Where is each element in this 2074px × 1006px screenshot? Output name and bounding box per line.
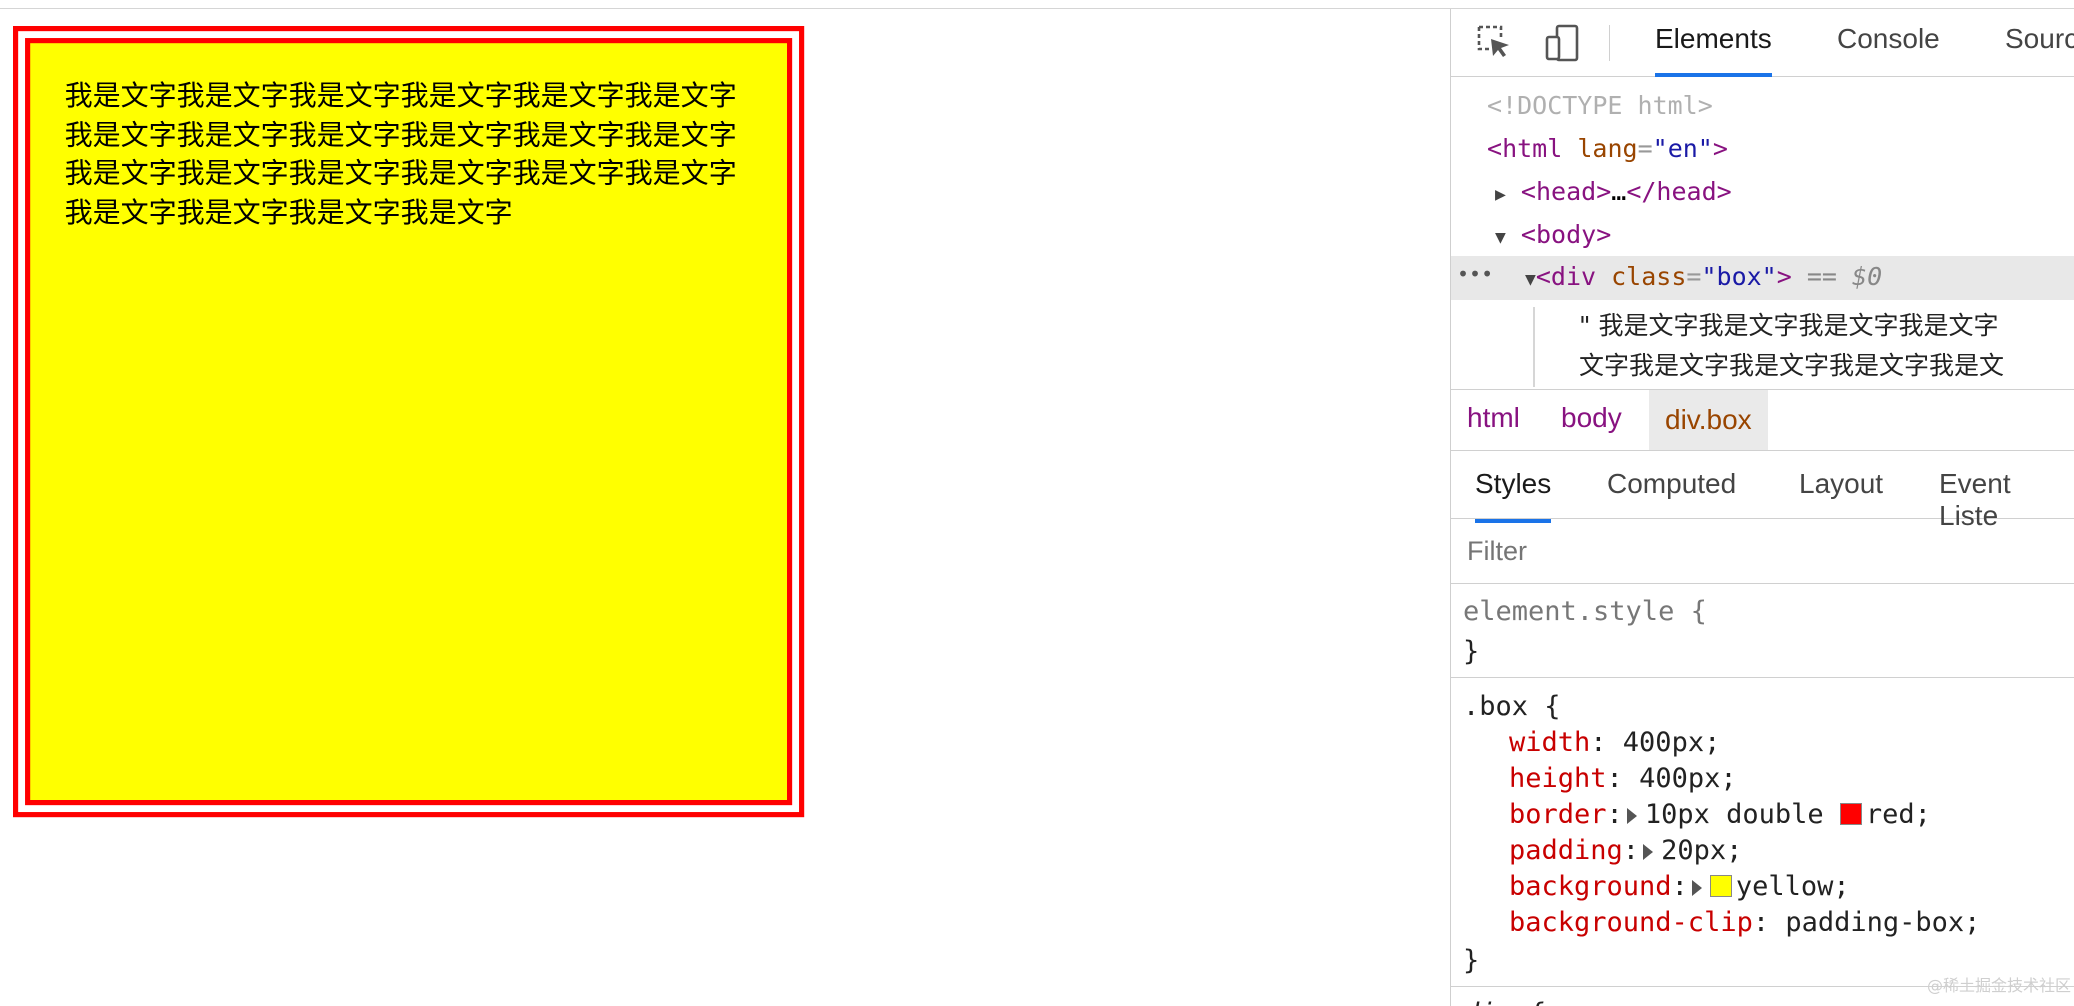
yellow-box: 我是文字我是文字我是文字我是文字我是文字我是文字我是文字我是文字我是文字我是文字… (13, 26, 805, 818)
box-selector[interactable]: .box { (1463, 691, 1561, 722)
breadcrumb-html[interactable]: html (1467, 402, 1520, 434)
prop-border[interactable]: border: 10px double red; (1509, 799, 1931, 830)
tab-layout[interactable]: Layout (1799, 468, 1883, 519)
expand-shorthand-icon[interactable] (1626, 808, 1637, 824)
device-toolbar-icon[interactable] (1543, 23, 1583, 63)
box-text: 我是文字我是文字我是文字我是文字我是文字我是文字我是文字我是文字我是文字我是文字… (64, 79, 737, 229)
head-node[interactable]: ▶ <head>…</head> (1495, 177, 1732, 206)
tab-computed[interactable]: Computed (1607, 468, 1736, 519)
tree-guide-line (1533, 307, 1535, 387)
toolbar-separator (1609, 25, 1610, 61)
tab-elements[interactable]: Elements (1655, 23, 1772, 77)
devtools-panel: Elements Console Sourc <!DOCTYPE html> <… (1450, 9, 2074, 1006)
expand-shorthand-icon[interactable] (1691, 880, 1702, 896)
box-rule-close: } (1463, 945, 1480, 976)
element-style-selector[interactable]: element.style { (1463, 596, 1707, 627)
expand-shorthand-icon[interactable] (1643, 844, 1654, 860)
collapse-triangle-icon[interactable]: ▼ (1525, 269, 1536, 290)
div-selector-partial[interactable]: div { (1463, 998, 1544, 1006)
inspect-element-icon[interactable] (1475, 23, 1515, 63)
styles-subtabs: Styles Computed Layout Event Liste (1451, 450, 2074, 531)
styles-filter-input[interactable] (1465, 535, 2049, 568)
page-viewport: 我是文字我是文字我是文字我是文字我是文字我是文字我是文字我是文字我是文字我是文字… (0, 9, 1450, 1006)
browser-top-edge (0, 0, 2074, 9)
prop-background-clip[interactable]: background-clip: padding-box; (1509, 907, 1980, 938)
color-swatch-yellow[interactable] (1709, 875, 1732, 897)
prop-background[interactable]: background: yellow; (1509, 871, 1850, 902)
html-node[interactable]: <html lang="en"> (1487, 134, 1728, 163)
prop-width[interactable]: width: 400px; (1509, 727, 1720, 758)
element-style-close: } (1463, 636, 1480, 667)
text-node-line-1[interactable]: " 我是文字我是文字我是文字我是文字 (1579, 306, 1998, 342)
watermark: @稀土掘金技术社区 (1926, 976, 2071, 995)
dom-tree: <!DOCTYPE html> <html lang="en"> ▶ <head… (1451, 77, 2074, 387)
filter-bar (1451, 519, 2074, 584)
breadcrumb-div-box[interactable]: div.box (1649, 390, 1768, 450)
prop-padding[interactable]: padding: 20px; (1509, 835, 1742, 866)
tab-console[interactable]: Console (1837, 23, 1940, 73)
color-swatch-red[interactable] (1839, 803, 1862, 825)
expand-triangle-icon[interactable]: ▶ (1495, 184, 1506, 205)
breadcrumb-body[interactable]: body (1561, 402, 1622, 434)
prop-height[interactable]: height: 400px; (1509, 763, 1737, 794)
rule-divider (1451, 677, 2074, 678)
breadcrumb: html body div.box (1451, 389, 2074, 451)
tab-styles[interactable]: Styles (1475, 468, 1552, 523)
div-box-node[interactable]: ▼<div class="box"> == $0 (1525, 262, 1882, 291)
body-node[interactable]: ▼ <body> (1495, 220, 1611, 249)
devtools-toolbar: Elements Console Sourc (1451, 9, 2074, 77)
tab-sources[interactable]: Sourc (2005, 23, 2074, 73)
collapse-triangle-icon[interactable]: ▼ (1495, 227, 1506, 248)
text-node-line-2[interactable]: 文字我是文字我是文字我是文字我是文 (1579, 346, 2004, 382)
doctype-node[interactable]: <!DOCTYPE html> (1487, 91, 1713, 120)
row-menu-icon[interactable]: ••• (1457, 262, 1493, 286)
